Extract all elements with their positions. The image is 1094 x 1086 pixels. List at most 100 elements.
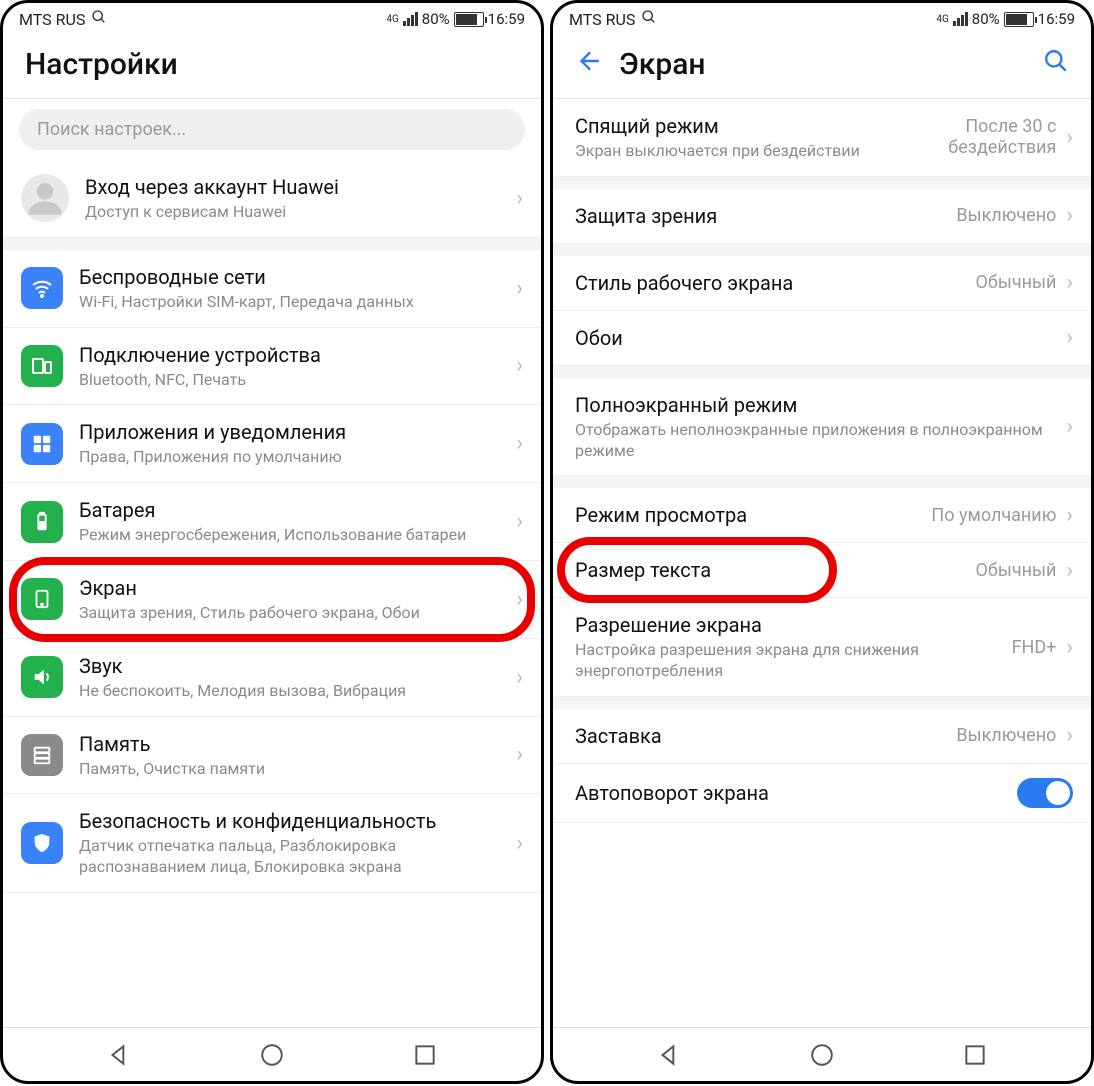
battery-icon xyxy=(454,12,484,27)
appbar: Экран xyxy=(553,33,1091,99)
display-item[interactable]: Автоповорот экрана xyxy=(553,764,1091,823)
nav-back-button[interactable] xyxy=(106,1042,132,1068)
item-title: Режим просмотра xyxy=(575,502,931,528)
clock-label: 16:59 xyxy=(488,10,525,28)
item-sub: Режим энергосбережения, Использование ба… xyxy=(79,525,512,546)
settings-item-display[interactable]: Экран Защита зрения, Стиль рабочего экра… xyxy=(3,561,541,639)
signal-icon xyxy=(403,12,418,26)
settings-item-wifi[interactable]: Беспроводные сети Wi-Fi, Настройки SIM-к… xyxy=(3,250,541,328)
chevron-right-icon: › xyxy=(516,587,523,612)
navbar xyxy=(3,1027,541,1081)
battery-icon xyxy=(21,501,63,543)
back-button[interactable] xyxy=(575,48,601,81)
item-sub: Память, Очистка памяти xyxy=(79,759,512,780)
item-title: Полноэкранный режим xyxy=(575,392,1062,418)
chevron-right-icon: › xyxy=(516,276,523,301)
item-sub: Настройка разрешения экрана для снижения… xyxy=(575,640,1012,682)
settings-item-storage[interactable]: Память Память, Очистка памяти › xyxy=(3,717,541,795)
settings-item-apps[interactable]: Приложения и уведомления Права, Приложен… xyxy=(3,405,541,483)
item-title: Память xyxy=(79,731,512,757)
nav-recent-button[interactable] xyxy=(412,1042,438,1068)
item-title: Звук xyxy=(79,653,512,679)
section-gap xyxy=(553,476,1091,488)
account-sub: Доступ к сервисам Huawei xyxy=(85,202,512,223)
chevron-right-icon: › xyxy=(1066,503,1073,528)
settings-item-security[interactable]: Безопасность и конфиденциальность Датчик… xyxy=(3,794,541,893)
item-value: Обычный xyxy=(976,272,1057,293)
chevron-right-icon: › xyxy=(516,665,523,690)
item-title: Приложения и уведомления xyxy=(79,419,512,445)
display-item[interactable]: ЗаставкаВыключено› xyxy=(553,709,1091,764)
display-item[interactable]: Разрешение экранаНастройка разрешения эк… xyxy=(553,598,1091,697)
settings-content[interactable]: Поиск настроек... Вход через аккаунт Hua… xyxy=(3,99,541,1027)
item-value: После 30 с бездействия xyxy=(876,116,1056,158)
page-title: Экран xyxy=(619,47,1025,82)
appbar: Настройки xyxy=(3,33,541,99)
chevron-right-icon: › xyxy=(1066,125,1073,150)
battery-percent: 80% xyxy=(972,10,1000,28)
item-title: Разрешение экрана xyxy=(575,612,1012,638)
toggle-switch[interactable] xyxy=(1017,778,1073,808)
chevron-right-icon: › xyxy=(516,509,523,534)
search-icon xyxy=(641,9,657,29)
search-button[interactable] xyxy=(1043,48,1069,81)
item-value: FHD+ xyxy=(1012,637,1057,658)
item-title: Беспроводные сети xyxy=(79,264,512,290)
device-icon xyxy=(21,345,63,387)
display-icon xyxy=(21,578,63,620)
storage-icon xyxy=(21,734,63,776)
item-value: Обычный xyxy=(976,560,1057,581)
nav-recent-button[interactable] xyxy=(962,1042,988,1068)
network-label: 4G xyxy=(936,14,948,25)
display-item[interactable]: Режим просмотраПо умолчанию › xyxy=(553,488,1091,543)
chevron-right-icon: › xyxy=(516,186,523,211)
chevron-right-icon: › xyxy=(1066,203,1073,228)
item-title: Подключение устройства xyxy=(79,342,512,368)
item-sub: Защита зрения, Стиль рабочего экрана, Об… xyxy=(79,603,512,624)
chevron-right-icon: › xyxy=(516,431,523,456)
display-item[interactable]: Обои› xyxy=(553,311,1091,366)
search-icon xyxy=(91,9,107,29)
display-content[interactable]: Спящий режимЭкран выключается при бездей… xyxy=(553,99,1091,1027)
item-sub: Датчик отпечатка пальца, Разблокировка р… xyxy=(79,836,512,878)
clock-label: 16:59 xyxy=(1038,10,1075,28)
nav-home-button[interactable] xyxy=(809,1042,835,1068)
account-row[interactable]: Вход через аккаунт Huawei Доступ к серви… xyxy=(3,160,541,238)
settings-item-device[interactable]: Подключение устройства Bluetooth, NFC, П… xyxy=(3,328,541,406)
item-sub: Права, Приложения по умолчанию xyxy=(79,447,512,468)
display-item[interactable]: Полноэкранный режимОтображать неполноэкр… xyxy=(553,378,1091,477)
nav-back-button[interactable] xyxy=(656,1042,682,1068)
item-title: Заставка xyxy=(575,723,956,749)
avatar-icon xyxy=(21,174,69,222)
settings-item-sound[interactable]: Звук Не беспокоить, Мелодия вызова, Вибр… xyxy=(3,639,541,717)
item-title: Стиль рабочего экрана xyxy=(575,270,976,296)
chevron-right-icon: › xyxy=(1066,414,1073,439)
nav-home-button[interactable] xyxy=(259,1042,285,1068)
sound-icon xyxy=(21,656,63,698)
display-item[interactable]: Защита зренияВыключено› xyxy=(553,189,1091,244)
battery-icon xyxy=(1004,12,1034,27)
account-title: Вход через аккаунт Huawei xyxy=(85,174,512,200)
item-value: По умолчанию xyxy=(931,505,1056,526)
section-gap xyxy=(553,177,1091,189)
display-item[interactable]: Стиль рабочего экранаОбычный › xyxy=(553,256,1091,311)
chevron-right-icon: › xyxy=(1066,270,1073,295)
carrier-label: MTS RUS xyxy=(569,10,635,29)
item-title: Автоповорот экрана xyxy=(575,780,1017,806)
page-title: Настройки xyxy=(25,47,519,82)
item-sub: Экран выключается при бездействии xyxy=(575,141,876,162)
signal-icon xyxy=(953,12,968,26)
search-input[interactable]: Поиск настроек... xyxy=(19,109,525,150)
settings-item-battery[interactable]: Батарея Режим энергосбережения, Использо… xyxy=(3,483,541,561)
display-item[interactable]: Размер текстаОбычный› xyxy=(553,543,1091,598)
item-title: Спящий режим xyxy=(575,113,876,139)
item-title: Экран xyxy=(79,575,512,601)
apps-icon xyxy=(21,423,63,465)
item-sub: Wi-Fi, Настройки SIM-карт, Передача данн… xyxy=(79,292,512,313)
display-item[interactable]: Спящий режимЭкран выключается при бездей… xyxy=(553,99,1091,177)
item-value: Выключено xyxy=(956,725,1056,746)
chevron-right-icon: › xyxy=(1066,635,1073,660)
chevron-right-icon: › xyxy=(516,831,523,856)
item-sub: Отображать неполноэкранные приложения в … xyxy=(575,420,1062,462)
section-gap xyxy=(553,366,1091,378)
